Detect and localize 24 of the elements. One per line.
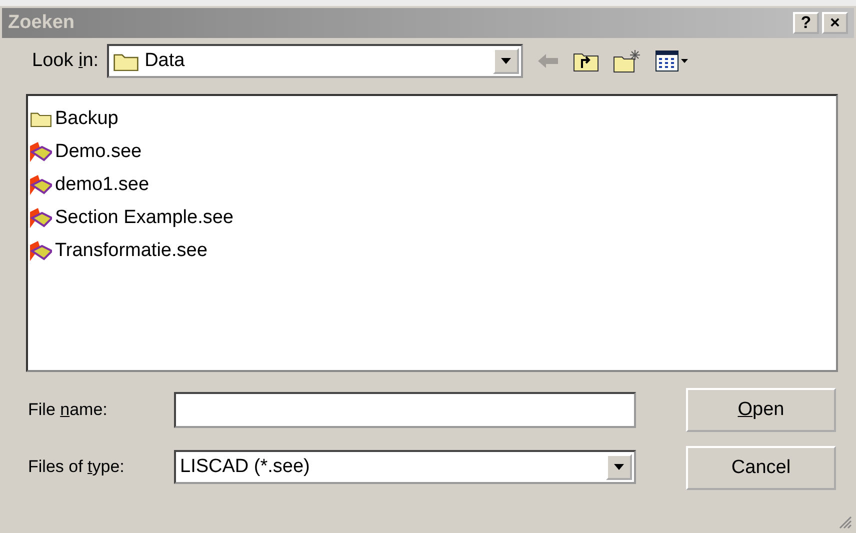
file-type-dropdown[interactable]: LISCAD (*.see): [174, 450, 636, 484]
window-title: Zoeken: [8, 12, 75, 34]
cancel-button[interactable]: Cancel: [686, 446, 836, 490]
file-type-icon: [30, 240, 52, 260]
file-item[interactable]: demo1.see: [30, 168, 150, 201]
help-button[interactable]: ?: [793, 12, 819, 34]
file-name-field[interactable]: [174, 392, 636, 428]
file-item[interactable]: Transformatie.see: [30, 234, 208, 267]
view-menu-icon[interactable]: [654, 50, 689, 72]
file-type-icon: [30, 208, 52, 228]
folder-icon: [30, 110, 52, 128]
folder-item[interactable]: Backup: [30, 102, 118, 135]
file-type-label: Files of type:: [28, 457, 126, 477]
look-in-label: Look in:: [32, 50, 99, 72]
file-type-icon: [30, 174, 52, 194]
new-folder-icon[interactable]: [612, 49, 641, 73]
close-button[interactable]: ×: [822, 12, 848, 34]
file-name-label: File name:: [28, 400, 108, 420]
open-button[interactable]: Open: [686, 388, 836, 432]
look-in-dropdown[interactable]: Data: [106, 44, 523, 78]
file-item[interactable]: Section Example.see: [30, 201, 234, 234]
resize-grip-icon[interactable]: [838, 515, 852, 529]
file-type-icon: [30, 142, 52, 162]
file-item[interactable]: Demo.see: [30, 135, 142, 168]
